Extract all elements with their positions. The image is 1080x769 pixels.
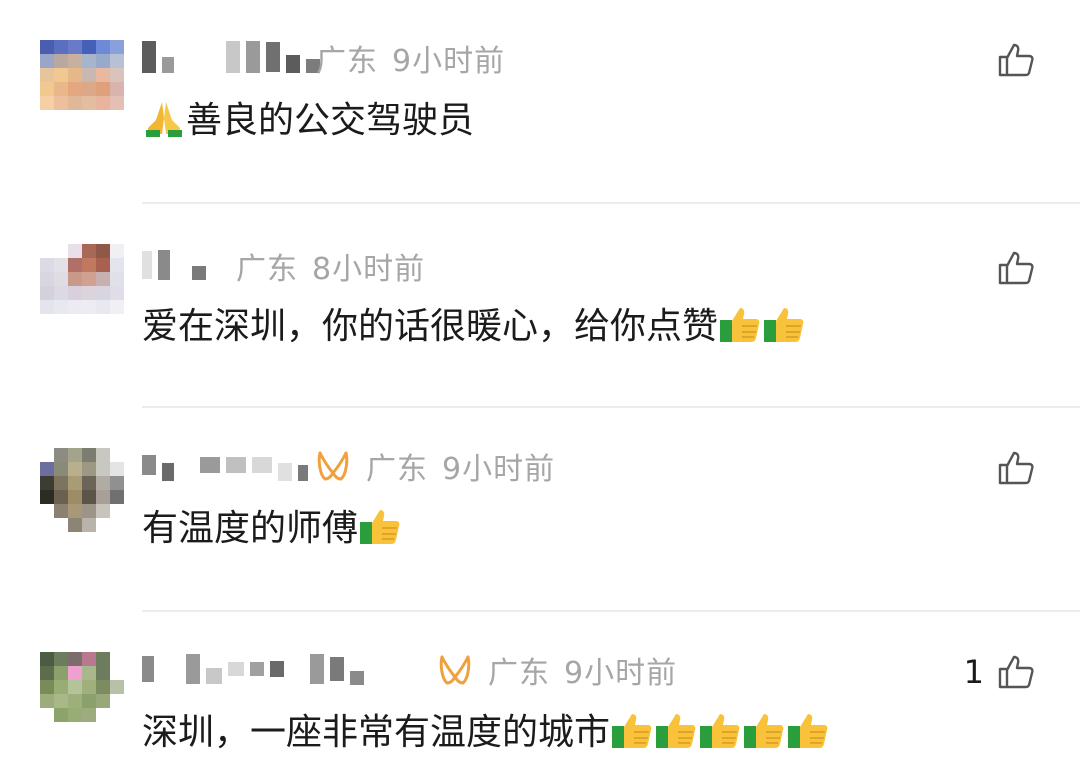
comment-item[interactable]: 广东 9小时前 深圳，一座非常有温度的城市 1	[0, 612, 1080, 769]
comment-location: 广东	[488, 656, 550, 691]
username-redacted[interactable]	[142, 40, 320, 74]
thumbs-up-emoji	[764, 308, 804, 342]
comment-time: 9小时前	[564, 656, 678, 691]
like-count: 1	[963, 653, 984, 691]
comment-item[interactable]: 广东 9小时前 有温度的师傅	[0, 408, 1080, 612]
like-button[interactable]	[996, 248, 1036, 288]
comment-meta: 广东 8小时前	[236, 246, 426, 287]
thumbs-up-emoji	[656, 714, 696, 748]
thumbs-up-icon	[998, 251, 1034, 285]
comment-text: 有温度的师傅	[142, 506, 402, 551]
thumbs-up-emoji	[720, 308, 760, 342]
avatar[interactable]	[40, 40, 124, 124]
thumbs-up-icon	[998, 655, 1034, 689]
comment-location: 广东	[366, 452, 428, 487]
comment-meta: 广东 9小时前	[314, 446, 556, 487]
comment-location: 广东	[316, 44, 378, 79]
thumbs-up-emoji	[612, 714, 652, 748]
comment-time: 8小时前	[312, 252, 426, 287]
thumbs-up-emoji	[788, 714, 828, 748]
comment-item[interactable]: 广东 8小时前 爱在深圳，你的话很暖心，给你点赞	[0, 204, 1080, 408]
avatar[interactable]	[40, 652, 124, 736]
username-redacted[interactable]	[142, 652, 364, 686]
comment-text: 爱在深圳，你的话很暖心，给你点赞	[142, 304, 806, 349]
like-button[interactable]	[996, 40, 1036, 80]
thumbs-up-emoji	[744, 714, 784, 748]
verified-badge-icon	[317, 451, 349, 481]
comment-time: 9小时前	[442, 452, 556, 487]
comment-item[interactable]: 广东 9小时前 善良的公交驾驶员	[0, 0, 1080, 204]
comment-text: 深圳，一座非常有温度的城市	[142, 710, 830, 755]
comment-text-content: 有温度的师傅	[142, 508, 359, 549]
folded-hands-icon	[146, 102, 182, 137]
username-redacted[interactable]	[142, 448, 308, 482]
comment-location: 广东	[236, 252, 298, 287]
avatar[interactable]	[40, 448, 124, 532]
thumbs-up-icon	[998, 43, 1034, 77]
comment-text-content: 深圳，一座非常有温度的城市	[142, 712, 611, 753]
thumbs-up-icon	[998, 451, 1034, 485]
verified-badge-icon	[439, 655, 471, 685]
comment-meta: 广东 9小时前	[436, 650, 678, 691]
comment-text-content: 善良的公交驾驶员	[186, 100, 475, 141]
comment-text-content: 爱在深圳，你的话很暖心，给你点赞	[142, 306, 719, 347]
avatar[interactable]	[40, 244, 124, 328]
username-redacted[interactable]	[142, 248, 206, 282]
comment-time: 9小时前	[392, 44, 506, 79]
thumbs-up-emoji	[360, 510, 400, 544]
thumbs-up-emoji	[700, 714, 740, 748]
like-button[interactable]	[996, 448, 1036, 488]
like-button[interactable]: 1	[964, 652, 1036, 692]
comment-meta: 广东 9小时前	[316, 38, 506, 79]
comment-text: 善良的公交驾驶员	[142, 98, 474, 143]
